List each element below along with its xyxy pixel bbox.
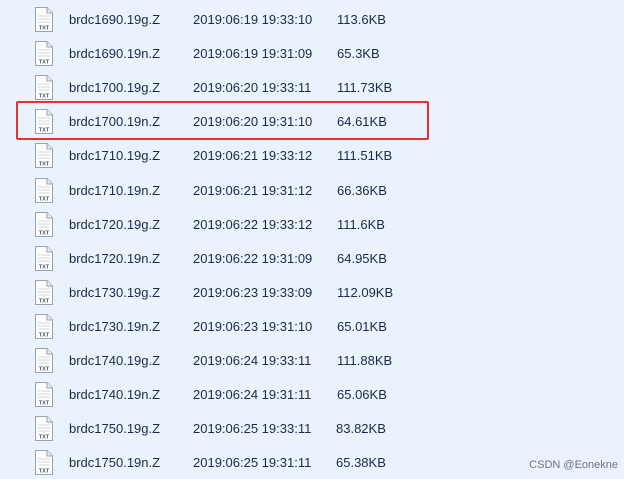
file-size: 64.61KB	[337, 114, 387, 130]
file-row[interactable]: TXT brdc1740.19g.Z 2019:06:24 19:33:11 111.…	[0, 344, 624, 378]
file-name[interactable]: brdc1700.19n.Z	[69, 114, 160, 130]
txt-icon-label: TXT	[39, 264, 50, 270]
file-modified-date: 2019:06:23 19:31:10	[193, 318, 313, 334]
file-row[interactable]: TXT brdc1700.19n.Z 2019:06:20 19:31:10 64.6…	[0, 105, 624, 139]
file-name[interactable]: brdc1740.19g.Z	[69, 353, 160, 369]
txt-icon-label: TXT	[39, 332, 50, 338]
txt-icon-label: TXT	[39, 298, 50, 304]
file-name[interactable]: brdc1750.19n.Z	[69, 455, 160, 471]
file-row[interactable]: TXT brdc1720.19n.Z 2019:06:22 19:31:09 64.9…	[0, 242, 624, 276]
txt-file-icon[interactable]: TXT	[34, 40, 54, 67]
file-modified-date: 2019:06:19 19:33:10	[193, 12, 313, 27]
file-modified-date: 2019:06:19 19:31:09	[193, 46, 313, 62]
file-row[interactable]: TXT brdc1710.19n.Z 2019:06:21 19:31:12 66.3…	[0, 174, 624, 208]
file-row[interactable]: TXT brdc1690.19n.Z 2019:06:19 19:31:09 65.3…	[0, 37, 624, 71]
txt-icon-label: TXT	[39, 435, 50, 441]
file-size: 66.36KB	[337, 182, 387, 198]
file-name[interactable]: brdc1740.19n.Z	[69, 387, 160, 403]
file-name[interactable]: brdc1690.19n.Z	[69, 46, 160, 62]
file-modified-date: 2019:06:21 19:31:12	[193, 182, 313, 198]
file-name[interactable]: brdc1720.19g.Z	[69, 217, 160, 233]
txt-file-icon[interactable]: TXT	[34, 211, 54, 238]
txt-icon-label: TXT	[39, 401, 50, 407]
watermark: CSDN @Eonekne	[529, 459, 618, 471]
txt-file-icon[interactable]: TXT	[34, 449, 54, 476]
file-name[interactable]: brdc1700.19g.Z	[69, 80, 160, 96]
file-modified-date: 2019:06:24 19:33:11	[193, 353, 312, 368]
txt-icon-label: TXT	[39, 469, 50, 475]
file-size: 112.09KB	[337, 284, 394, 300]
file-list: TXT brdc1690.19g.Z 2019:06:19 19:33:10 113.…	[0, 0, 624, 479]
file-modified-date: 2019:06:20 19:33:11	[193, 80, 312, 96]
file-row[interactable]: TXT brdc1710.19g.Z 2019:06:21 19:33:12 111.…	[0, 139, 624, 173]
txt-icon-label: TXT	[39, 367, 50, 373]
file-row[interactable]: TXT brdc1700.19g.Z 2019:06:20 19:33:11 111.…	[0, 71, 624, 105]
file-row[interactable]: TXT brdc1730.19g.Z 2019:06:23 19:33:09 112.…	[0, 276, 624, 310]
file-row[interactable]: TXT brdc1690.19g.Z 2019:06:19 19:33:10 113.…	[0, 3, 624, 37]
file-modified-date: 2019:06:24 19:31:11	[193, 387, 312, 403]
file-size: 111.73KB	[337, 80, 393, 96]
txt-icon-label: TXT	[39, 26, 50, 32]
file-name[interactable]: brdc1690.19g.Z	[69, 12, 160, 28]
txt-file-icon[interactable]: TXT	[34, 347, 54, 374]
file-size: 111.51KB	[337, 148, 393, 164]
file-size: 64.95KB	[337, 250, 387, 266]
file-name[interactable]: brdc1750.19g.Z	[69, 421, 160, 437]
file-size: 65.38KB	[336, 455, 386, 471]
txt-file-icon[interactable]: TXT	[34, 279, 54, 306]
file-row[interactable]: TXT brdc1730.19n.Z 2019:06:23 19:31:10 65.0…	[0, 310, 624, 344]
file-name[interactable]: brdc1710.19g.Z	[69, 148, 160, 164]
file-size: 111.88KB	[337, 353, 393, 368]
file-row[interactable]: TXT brdc1720.19g.Z 2019:06:22 19:33:12 111.…	[0, 208, 624, 242]
txt-file-icon[interactable]: TXT	[34, 381, 54, 408]
txt-icon-label: TXT	[39, 162, 50, 168]
file-row[interactable]: TXT brdc1740.19n.Z 2019:06:24 19:31:11 65.0…	[0, 378, 624, 412]
txt-file-icon[interactable]: TXT	[34, 415, 54, 442]
file-modified-date: 2019:06:25 19:31:11	[193, 455, 312, 471]
file-row[interactable]: TXT brdc1750.19g.Z 2019:06:25 19:33:11 83.8…	[0, 412, 624, 446]
file-modified-date: 2019:06:23 19:33:09	[193, 284, 313, 300]
file-name[interactable]: brdc1730.19g.Z	[69, 285, 160, 301]
file-size: 65.06KB	[337, 387, 387, 403]
file-name[interactable]: brdc1720.19n.Z	[69, 251, 160, 267]
file-name[interactable]: brdc1710.19n.Z	[69, 183, 160, 199]
file-size: 65.01KB	[337, 318, 387, 334]
txt-icon-label: TXT	[39, 128, 50, 134]
file-modified-date: 2019:06:21 19:33:12	[193, 148, 313, 164]
txt-file-icon[interactable]: TXT	[34, 6, 54, 33]
file-size: 113.6KB	[337, 12, 386, 27]
file-modified-date: 2019:06:25 19:33:11	[193, 421, 312, 437]
txt-file-icon[interactable]: TXT	[34, 313, 54, 340]
txt-icon-label: TXT	[39, 230, 50, 236]
txt-icon-label: TXT	[39, 60, 50, 66]
file-modified-date: 2019:06:22 19:31:09	[193, 250, 313, 266]
file-modified-date: 2019:06:22 19:33:12	[193, 216, 313, 232]
txt-file-icon[interactable]: TXT	[34, 74, 54, 101]
txt-icon-label: TXT	[39, 94, 50, 100]
file-name[interactable]: brdc1730.19n.Z	[69, 319, 160, 335]
txt-file-icon[interactable]: TXT	[34, 108, 54, 135]
txt-file-icon[interactable]: TXT	[34, 142, 54, 169]
file-size: 111.6KB	[337, 216, 385, 232]
file-modified-date: 2019:06:20 19:31:10	[193, 114, 313, 130]
file-size: 83.82KB	[336, 421, 386, 437]
file-size: 65.3KB	[337, 46, 380, 62]
txt-file-icon[interactable]: TXT	[34, 177, 54, 204]
txt-file-icon[interactable]: TXT	[34, 245, 54, 272]
txt-icon-label: TXT	[39, 196, 50, 202]
